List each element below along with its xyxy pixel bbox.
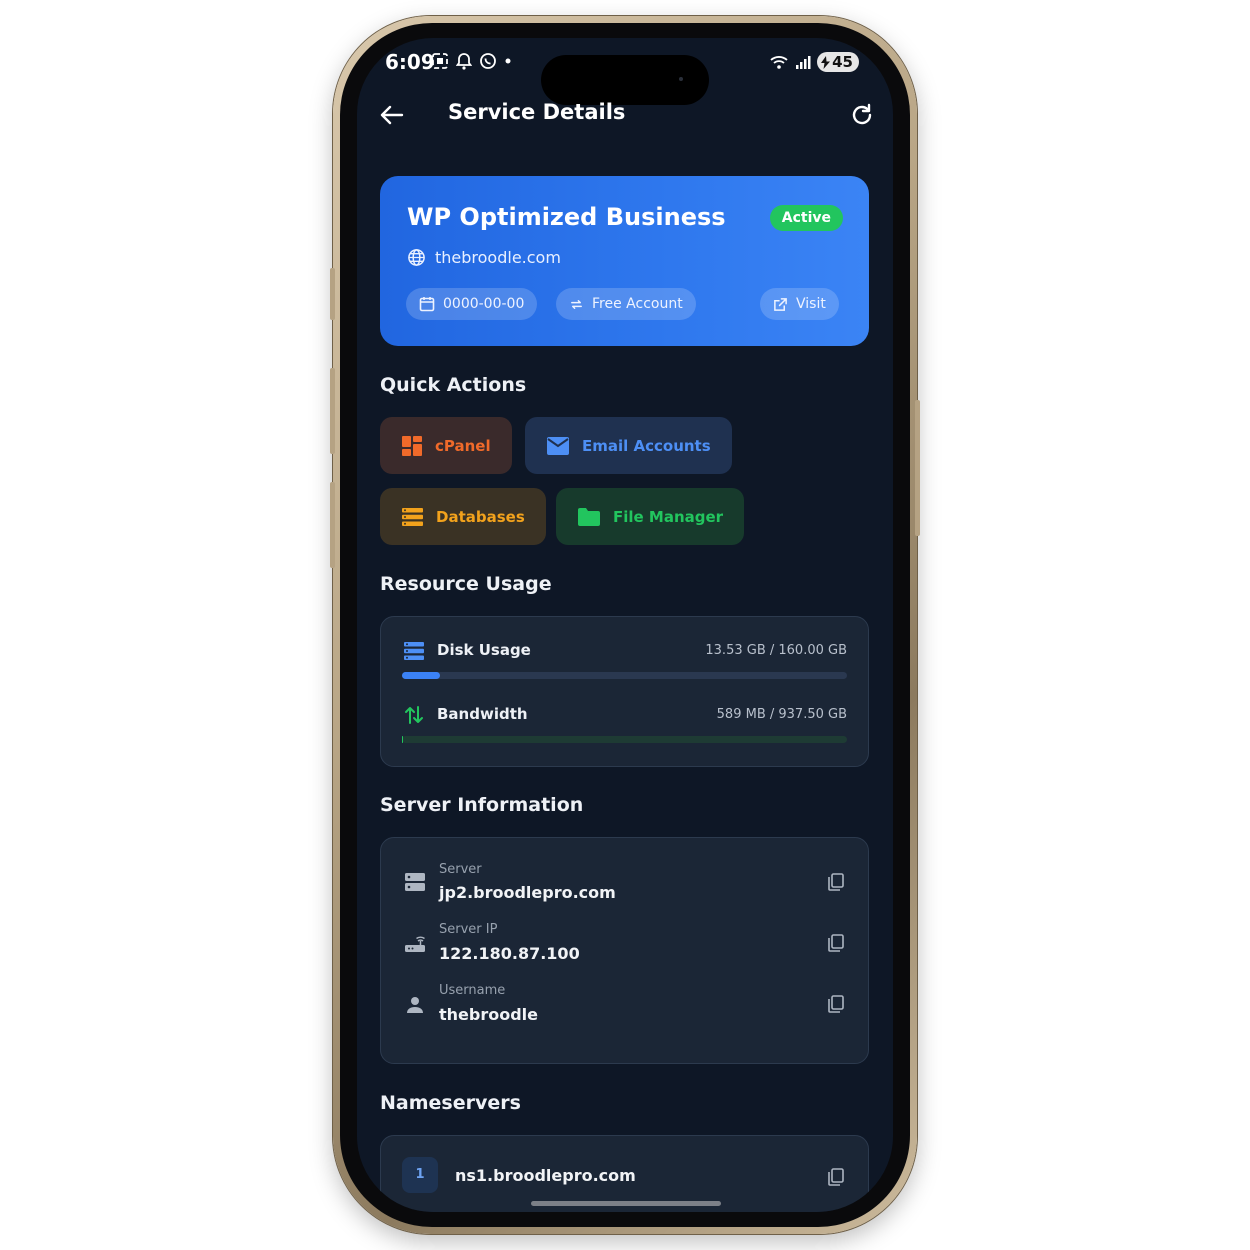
bandwidth-value: 589 MB / 937.50 GB xyxy=(716,707,847,722)
app-header: Service Details xyxy=(357,96,893,134)
disk-usage-value: 13.53 GB / 160.00 GB xyxy=(705,643,847,658)
service-domain: thebroodle.com xyxy=(435,248,561,267)
nameservers-title: Nameservers xyxy=(380,1092,521,1114)
calendar-icon xyxy=(419,297,435,312)
disk-usage-label: Disk Usage xyxy=(437,641,531,659)
status-time: 6:09 xyxy=(385,50,435,74)
cpanel-label: cPanel xyxy=(435,436,491,455)
copy-icon[interactable] xyxy=(826,1167,846,1187)
copy-icon[interactable] xyxy=(826,994,846,1014)
power-button xyxy=(915,400,920,536)
visit-button[interactable]: Visit xyxy=(760,288,839,320)
resource-usage-title: Resource Usage xyxy=(380,573,552,595)
databases-label: Databases xyxy=(436,507,525,526)
bandwidth-label: Bandwidth xyxy=(437,705,528,723)
folder-icon xyxy=(578,507,600,526)
battery-level: 45 xyxy=(832,53,853,71)
databases-button[interactable]: Databases xyxy=(380,488,546,545)
transfer-arrows-icon xyxy=(405,706,423,724)
billing-cycle-chip: Free Account xyxy=(556,288,696,320)
nameserver-value: ns1.broodlepro.com xyxy=(455,1166,636,1185)
phone-screen: 6:09 45 Service Details WP Optimized Bus… xyxy=(357,38,893,1212)
dot-icon xyxy=(505,58,511,64)
server-ip-value: 122.180.87.100 xyxy=(439,944,580,963)
server-information-card: Server jp2.broodlepro.com Server IP 122.… xyxy=(380,837,869,1064)
charging-icon xyxy=(821,55,831,69)
repeat-icon xyxy=(571,299,582,309)
domain-row: thebroodle.com xyxy=(407,248,561,267)
email-accounts-label: Email Accounts xyxy=(582,436,711,455)
action-button xyxy=(330,268,335,320)
disk-usage-bar-fill xyxy=(402,672,440,679)
cpanel-icon xyxy=(402,435,422,456)
server-label: Server xyxy=(439,862,482,877)
bell-icon xyxy=(456,53,472,70)
refresh-icon[interactable] xyxy=(847,100,877,130)
quick-actions-title: Quick Actions xyxy=(380,374,527,396)
server-ip-label: Server IP xyxy=(439,922,498,937)
due-date: 0000-00-00 xyxy=(443,296,525,312)
due-date-chip: 0000-00-00 xyxy=(406,288,538,320)
status-badge: Active xyxy=(769,205,843,231)
mail-icon xyxy=(547,436,569,455)
server-information-title: Server Information xyxy=(380,794,584,816)
signal-icon xyxy=(796,56,811,69)
external-link-icon xyxy=(774,297,787,311)
cpanel-button[interactable]: cPanel xyxy=(380,417,512,474)
username-value: thebroodle xyxy=(439,1005,539,1024)
resource-usage-card: Disk Usage 13.53 GB / 160.00 GB Bandwidt… xyxy=(380,616,869,767)
file-manager-button[interactable]: File Manager xyxy=(556,488,745,545)
status-icons-right: 45 xyxy=(769,52,859,72)
wifi-icon xyxy=(770,56,788,69)
screenshot-icon xyxy=(432,53,448,69)
person-icon xyxy=(407,997,423,1013)
service-name: WP Optimized Business xyxy=(407,203,726,231)
volume-up-button xyxy=(330,368,335,454)
page: 6:09 45 Service Details WP Optimized Bus… xyxy=(0,0,1250,1250)
file-manager-label: File Manager xyxy=(613,507,724,526)
status-icons-left xyxy=(431,52,512,70)
page-title: Service Details xyxy=(448,100,626,124)
router-icon xyxy=(405,936,425,952)
nameserver-index: 1 xyxy=(402,1157,438,1193)
email-accounts-button[interactable]: Email Accounts xyxy=(525,417,732,474)
service-summary-card: WP Optimized Business Active thebroodle.… xyxy=(380,176,869,346)
back-arrow-icon[interactable] xyxy=(377,100,407,130)
storage-icon xyxy=(404,642,424,660)
bandwidth-bar xyxy=(402,736,847,743)
server-icon xyxy=(405,873,425,891)
whatsapp-icon xyxy=(480,53,496,69)
battery-indicator: 45 xyxy=(817,52,859,72)
globe-icon xyxy=(408,249,425,266)
copy-icon[interactable] xyxy=(826,933,846,953)
home-indicator xyxy=(531,1201,721,1206)
username-label: Username xyxy=(439,983,506,998)
billing-cycle: Free Account xyxy=(592,296,683,312)
visit-label: Visit xyxy=(796,296,826,312)
disk-usage-bar xyxy=(402,672,847,679)
database-icon xyxy=(402,507,423,526)
server-value: jp2.broodlepro.com xyxy=(439,883,616,902)
copy-icon[interactable] xyxy=(826,872,846,892)
volume-down-button xyxy=(330,482,335,568)
